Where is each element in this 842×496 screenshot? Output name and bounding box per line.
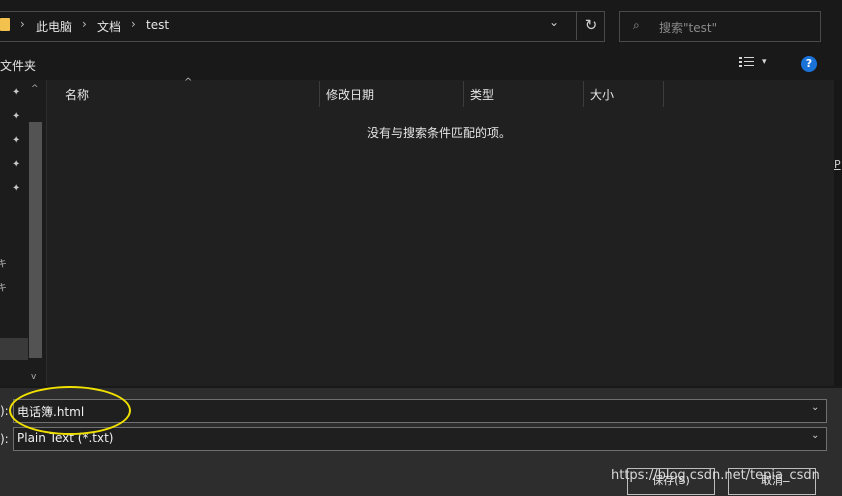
view-options-icon[interactable] [739, 56, 755, 68]
column-divider[interactable] [463, 81, 464, 107]
pin-icon: ✦ [12, 183, 21, 194]
breadcrumb-separator: › [20, 17, 25, 31]
column-divider[interactable] [319, 81, 320, 107]
folder-icon [0, 18, 10, 31]
refresh-button[interactable]: ↻ [576, 11, 605, 40]
help-icon[interactable]: ? [801, 56, 817, 72]
pin-icon: ✦ [12, 135, 21, 146]
filename-label: ): [0, 404, 9, 418]
filetype-label: ): [0, 432, 9, 446]
new-folder-button[interactable]: 文件夹 [0, 57, 36, 74]
filename-dropdown-icon[interactable]: ⌄ [811, 402, 819, 413]
nav-item-fragment[interactable]: キ [0, 255, 7, 270]
breadcrumb-documents[interactable]: 文档 [97, 18, 121, 35]
column-header-type[interactable]: 类型 [470, 86, 494, 103]
column-divider[interactable] [663, 81, 664, 107]
nav-scroll-up-icon[interactable]: ^ [31, 84, 39, 94]
view-dropdown-icon[interactable]: ▾ [762, 57, 767, 67]
search-input[interactable] [619, 11, 821, 42]
breadcrumb-separator: › [82, 17, 87, 31]
list-scrollbar[interactable] [834, 80, 842, 386]
right-edge-label: P [834, 158, 841, 171]
annotation-ellipse [9, 386, 131, 435]
search-icon: ⌕ [633, 18, 640, 32]
address-bar[interactable] [0, 11, 605, 42]
column-divider[interactable] [583, 81, 584, 107]
column-header-date-modified[interactable]: 修改日期 [326, 86, 374, 103]
nav-selected-item[interactable] [0, 338, 28, 360]
nav-item-fragment[interactable]: キ [0, 279, 7, 294]
nav-scroll-down-icon[interactable]: v [31, 372, 36, 382]
address-history-dropdown-icon[interactable]: ⌄ [549, 15, 559, 29]
pin-icon: ✦ [12, 111, 21, 122]
filetype-select[interactable] [13, 427, 827, 451]
filename-input[interactable] [13, 399, 827, 423]
pin-icon: ✦ [12, 87, 21, 98]
column-header-size[interactable]: 大小 [590, 86, 614, 103]
search-placeholder: 搜索"test" [659, 21, 718, 35]
empty-results-message: 没有与搜索条件匹配的项。 [367, 126, 512, 140]
breadcrumb-this-pc[interactable]: 此电脑 [36, 18, 72, 35]
sort-indicator-icon: ^ [184, 77, 193, 88]
breadcrumb-separator: › [131, 17, 136, 31]
pin-icon: ✦ [12, 159, 21, 170]
breadcrumb-test[interactable]: test [146, 18, 169, 32]
column-header-name[interactable]: 名称 [65, 86, 89, 103]
filetype-dropdown-icon[interactable]: ⌄ [811, 430, 819, 441]
nav-scrollbar[interactable] [29, 122, 42, 358]
watermark: https://blog.csdn.net/tepia_csdn [611, 468, 820, 483]
